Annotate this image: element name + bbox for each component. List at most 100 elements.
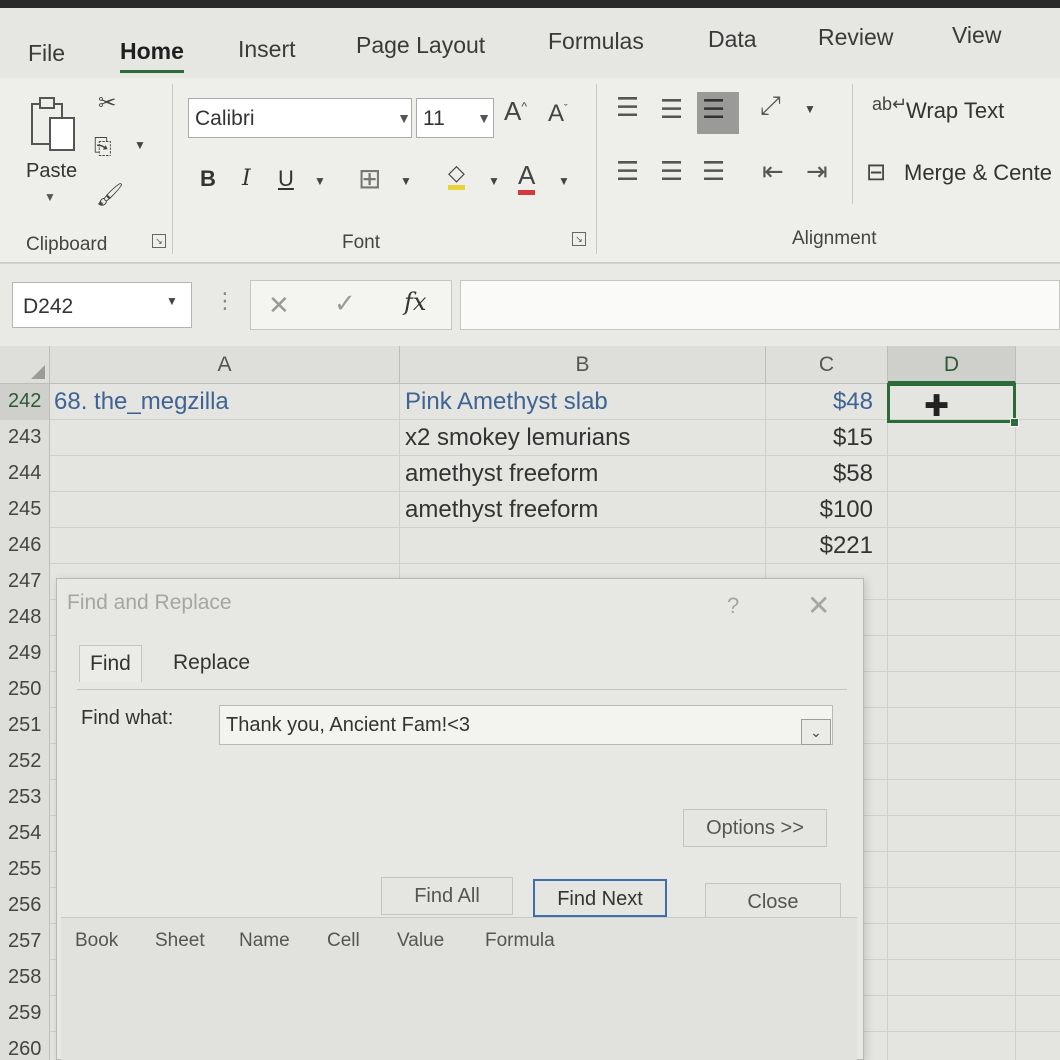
row-header[interactable]: 259: [0, 996, 50, 1032]
tab-replace[interactable]: Replace: [163, 645, 260, 681]
orientation-icon[interactable]: ⤢: [760, 90, 783, 122]
row-header[interactable]: 255: [0, 852, 50, 888]
decrease-font-size-icon[interactable]: Aˇ: [548, 100, 568, 128]
copy-icon[interactable]: ⎘: [94, 134, 112, 160]
cell-d[interactable]: [888, 492, 1016, 528]
cell-b[interactable]: x2 smokey lemurians: [400, 420, 766, 456]
column-header-e[interactable]: [1016, 346, 1060, 384]
paste-dropdown-icon[interactable]: ▼: [44, 190, 56, 204]
results-col-formula[interactable]: Formula: [485, 930, 555, 952]
copy-dropdown-icon[interactable]: ▼: [134, 138, 146, 152]
cell-d[interactable]: [888, 564, 1016, 600]
results-col-cell[interactable]: Cell: [327, 930, 360, 952]
results-col-value[interactable]: Value: [397, 930, 444, 952]
merge-icon[interactable]: ⊟: [866, 158, 886, 187]
cell-b[interactable]: Pink Amethyst slab: [400, 384, 766, 420]
row-header[interactable]: 247: [0, 564, 50, 600]
cell-b[interactable]: amethyst freeform: [400, 456, 766, 492]
help-button[interactable]: ?: [727, 593, 739, 619]
cell-d[interactable]: [888, 600, 1016, 636]
cell-c[interactable]: $58: [766, 456, 888, 492]
insert-function-button[interactable]: fx: [404, 288, 426, 316]
menu-data[interactable]: Data: [708, 26, 757, 53]
paste-button[interactable]: Paste: [26, 160, 77, 183]
orientation-dropdown-icon[interactable]: ▼: [804, 102, 816, 116]
close-icon[interactable]: ✕: [807, 589, 830, 622]
cell-d[interactable]: [888, 924, 1016, 960]
row-header[interactable]: 242: [0, 384, 50, 420]
cell-a[interactable]: [54, 528, 400, 564]
wrap-text-icon[interactable]: ab↵: [872, 94, 907, 115]
cell-d[interactable]: [888, 816, 1016, 852]
cell-d[interactable]: [888, 744, 1016, 780]
fill-color-icon[interactable]: ◇: [448, 160, 465, 190]
menu-review[interactable]: Review: [818, 24, 893, 51]
tab-find[interactable]: Find: [79, 645, 142, 682]
font-color-dropdown-icon[interactable]: ▼: [558, 174, 570, 188]
menu-view[interactable]: View: [952, 22, 1001, 49]
cell-d[interactable]: [888, 888, 1016, 924]
bold-button[interactable]: B: [200, 166, 216, 192]
active-cell-d242[interactable]: [887, 383, 1016, 423]
cell-a[interactable]: 68. the_megzilla: [54, 384, 400, 420]
cell-d[interactable]: [888, 672, 1016, 708]
font-color-icon[interactable]: A: [518, 160, 536, 195]
align-right-icon[interactable]: ☰: [702, 156, 727, 187]
underline-dropdown-icon[interactable]: ▼: [314, 174, 326, 188]
increase-indent-icon[interactable]: ⇥: [806, 156, 830, 187]
cell-d[interactable]: [888, 996, 1016, 1032]
menu-formulas[interactable]: Formulas: [548, 28, 644, 55]
column-header-d[interactable]: D: [888, 346, 1016, 384]
close-button[interactable]: Close: [705, 883, 841, 921]
cell-c[interactable]: $221: [766, 528, 888, 564]
menu-page-layout[interactable]: Page Layout: [356, 32, 485, 59]
enter-icon[interactable]: ✓: [334, 288, 356, 319]
format-painter-icon[interactable]: 🖌: [96, 182, 124, 208]
row-header[interactable]: 244: [0, 456, 50, 492]
cell-d[interactable]: [888, 456, 1016, 492]
name-box-dropdown-icon[interactable]: ▼: [166, 294, 178, 308]
row-header[interactable]: 245: [0, 492, 50, 528]
fill-color-dropdown-icon[interactable]: ▼: [488, 174, 500, 188]
clipboard-launcher-icon[interactable]: ↘: [152, 234, 166, 248]
paste-icon[interactable]: [28, 96, 78, 152]
row-header[interactable]: 258: [0, 960, 50, 996]
find-all-button[interactable]: Find All: [381, 877, 513, 915]
name-box[interactable]: D242: [12, 282, 192, 328]
font-size-dropdown-icon[interactable]: ▼: [474, 98, 494, 138]
cell-d[interactable]: [888, 528, 1016, 564]
align-center-icon[interactable]: ☰: [660, 156, 685, 187]
font-launcher-icon[interactable]: ↘: [572, 232, 586, 246]
borders-icon[interactable]: ⊞: [358, 162, 381, 195]
row-header[interactable]: 250: [0, 672, 50, 708]
menu-file[interactable]: File: [28, 40, 65, 67]
cell-c[interactable]: $15: [766, 420, 888, 456]
decrease-indent-icon[interactable]: ⇤: [762, 156, 786, 187]
row-header[interactable]: 257: [0, 924, 50, 960]
row-header[interactable]: 252: [0, 744, 50, 780]
align-top-icon[interactable]: ☰: [616, 92, 641, 123]
cell-d[interactable]: [888, 852, 1016, 888]
row-header[interactable]: 260: [0, 1032, 50, 1060]
cut-icon[interactable]: ✂: [98, 90, 116, 116]
cell-d[interactable]: [888, 708, 1016, 744]
results-col-book[interactable]: Book: [75, 930, 118, 952]
fill-handle[interactable]: [1010, 418, 1019, 427]
select-all-icon[interactable]: [0, 346, 50, 384]
cell-a[interactable]: [54, 456, 400, 492]
cell-d[interactable]: [888, 960, 1016, 996]
options-button[interactable]: Options >>: [683, 809, 827, 847]
underline-button[interactable]: U: [278, 166, 294, 192]
align-bottom-icon[interactable]: ☰: [702, 94, 727, 125]
results-col-sheet[interactable]: Sheet: [155, 930, 205, 952]
row-header[interactable]: 251: [0, 708, 50, 744]
cell-d[interactable]: [888, 780, 1016, 816]
row-header[interactable]: 246: [0, 528, 50, 564]
cell-d[interactable]: [888, 420, 1016, 456]
cell-a[interactable]: [54, 492, 400, 528]
find-next-button[interactable]: Find Next: [533, 879, 667, 917]
align-middle-icon[interactable]: ☰: [660, 94, 685, 125]
row-header[interactable]: 248: [0, 600, 50, 636]
cell-b[interactable]: amethyst freeform: [400, 492, 766, 528]
font-family-dropdown-icon[interactable]: ▼: [394, 98, 414, 138]
